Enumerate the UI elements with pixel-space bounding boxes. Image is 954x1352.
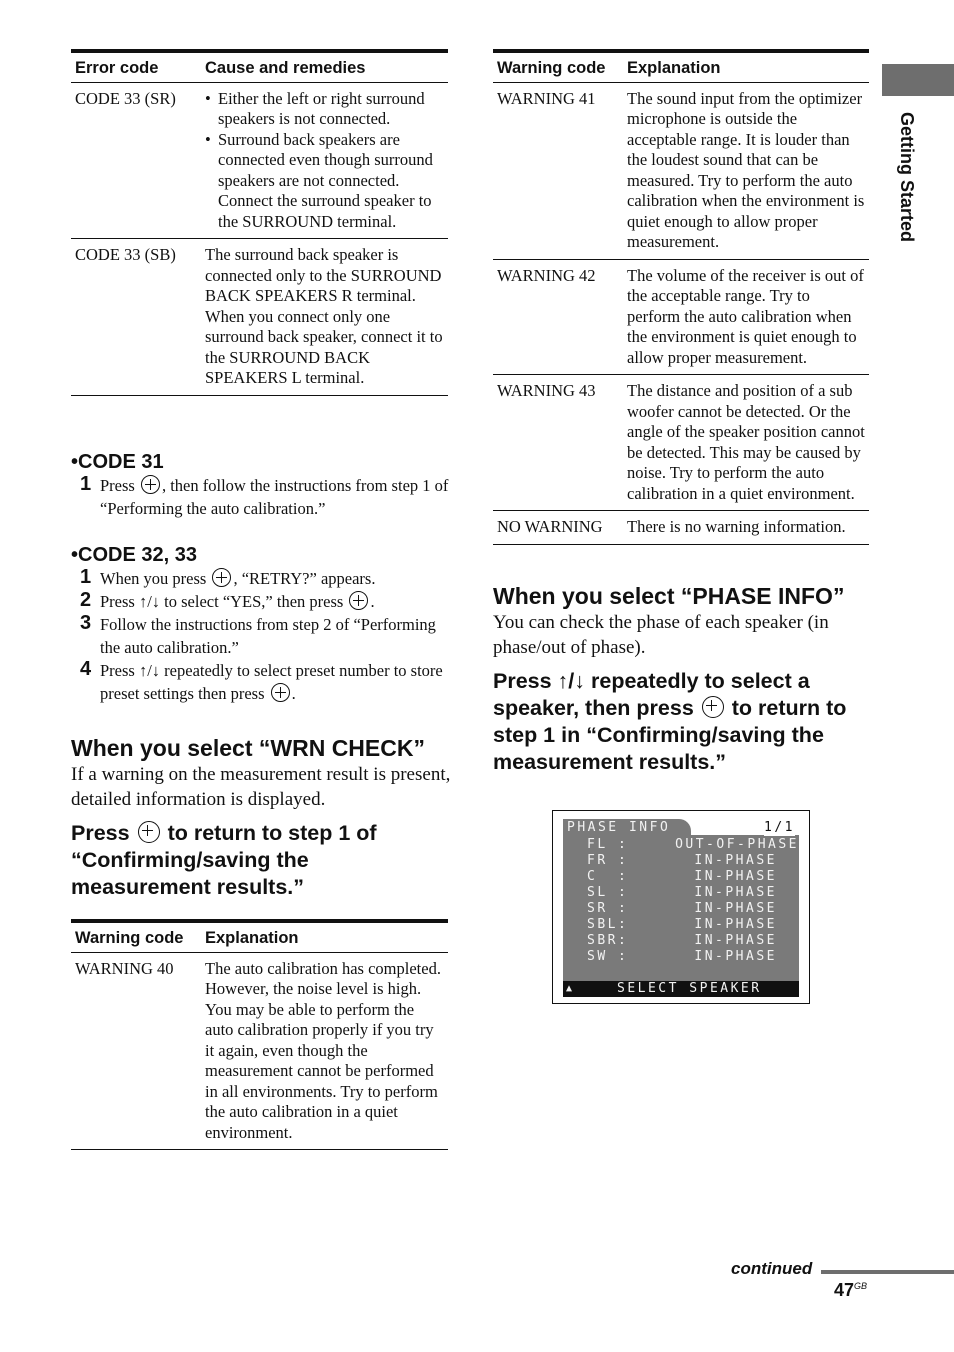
phase-status: IN-PHASE	[694, 853, 777, 868]
table-row: WARNING 40 The auto calibration has comp…	[71, 952, 448, 1150]
side-tab-marker	[882, 64, 954, 96]
phase-row: SR : IN-PHASE	[563, 901, 799, 917]
table-row: WARNING 42 The volume of the receiver is…	[493, 259, 869, 375]
phase-info-section: When you select “PHASE INFO” You can che…	[493, 583, 873, 776]
screen-page: 1/1	[764, 819, 795, 836]
step-item: 4 Press ↑/↓ repeatedly to select preset …	[80, 658, 443, 703]
wrn-check-body: If a warning on the measurement result i…	[71, 764, 451, 810]
speaker-label: FR :	[587, 853, 629, 868]
table-row: NO WARNING There is no warning informati…	[493, 511, 869, 544]
step-item: 1 Press , then follow the instructions f…	[80, 473, 449, 518]
phase-status: IN-PHASE	[694, 901, 777, 916]
phase-row: FR : IN-PHASE	[563, 853, 799, 869]
code3233-section: •CODE 32, 33 1 When you press , “RETRY?”…	[71, 543, 451, 705]
enter-button-icon	[140, 475, 160, 494]
speaker-label: SBL:	[587, 917, 629, 932]
warning-table-left: Warning code Explanation WARNING 40 The …	[71, 919, 448, 1150]
code31-title: •CODE 31	[71, 451, 164, 473]
enter-button-icon	[212, 568, 232, 587]
cause-text: The surround back speaker is connected o…	[205, 245, 443, 387]
phase-row: FL : OUT-OF-PHASE	[563, 837, 799, 853]
enter-button-icon	[701, 696, 724, 718]
warning-table-right: Warning code Explanation WARNING 41 The …	[493, 49, 869, 545]
error-code: CODE 33 (SR)	[75, 88, 176, 108]
speaker-label: SW :	[587, 949, 629, 964]
phase-info-display: PHASE INFO 1/1 FL : OUT-OF-PHASE FR : IN-PH…	[552, 810, 810, 1004]
step-item: 1 When you press , “RETRY?” appears.	[80, 566, 376, 588]
phase-status: IN-PHASE	[694, 869, 777, 884]
phase-row: SL : IN-PHASE	[563, 885, 799, 901]
error-code-table: Error code Cause and remedies CODE 33 (S…	[71, 49, 448, 396]
cause-bullet: Either the left or right surround speake…	[205, 89, 444, 130]
page-number: 47GB	[834, 1280, 868, 1300]
phase-status: IN-PHASE	[694, 949, 777, 964]
enter-button-icon	[349, 591, 369, 610]
warning-code: WARNING 40	[75, 958, 174, 978]
enter-button-icon	[137, 821, 160, 843]
phase-row: SW : IN-PHASE	[563, 949, 799, 965]
up-down-arrow-icon: ▲	[566, 983, 573, 994]
code3233-title: •CODE 32, 33	[71, 544, 197, 566]
phase-row: C : IN-PHASE	[563, 869, 799, 885]
table-row: CODE 33 (SR) Either the left or right su…	[71, 82, 448, 239]
col-header-error-code: Error code	[75, 59, 159, 77]
continued-label: continued	[731, 1259, 813, 1278]
code31-section: •CODE 31 1 Press , then follow the instr…	[71, 450, 451, 520]
phase-status: IN-PHASE	[694, 917, 777, 932]
speaker-label: SBR:	[587, 933, 629, 948]
phase-info-instruction: Press ↑/↓ repeatedly to select a speaker…	[493, 669, 847, 774]
wrn-check-heading: When you select “WRN CHECK”	[71, 735, 425, 761]
table-row: WARNING 43 The distance and position of …	[493, 375, 869, 511]
step-number: 1	[80, 473, 92, 495]
screen-footer: SELECT SPEAKER	[617, 981, 762, 996]
cause-bullet: Surround back speakers are connected eve…	[205, 130, 444, 233]
phase-info-body: You can check the phase of each speaker …	[493, 612, 829, 658]
step-item: 3 Follow the instructions from step 2 of…	[80, 612, 436, 657]
screen-title: PHASE INFO	[567, 820, 671, 835]
side-tab-label: Getting Started	[897, 112, 917, 243]
phase-status: IN-PHASE	[694, 885, 777, 900]
phase-info-heading: When you select “PHASE INFO”	[493, 583, 845, 609]
step-item: 2 Press ↑/↓ to select “YES,” then press …	[80, 589, 375, 611]
phase-row: SBL: IN-PHASE	[563, 917, 799, 933]
phase-status: OUT-OF-PHASE	[675, 837, 799, 852]
speaker-label: C :	[587, 869, 629, 884]
speaker-label: SR :	[587, 901, 629, 916]
wrn-check-section: When you select “WRN CHECK” If a warning…	[71, 735, 451, 901]
warning-explanation: The auto calibration has completed. Howe…	[205, 958, 441, 1142]
wrn-check-instruction: Press to return to step 1 of “Confirming…	[71, 821, 377, 899]
continued-bar	[821, 1270, 954, 1274]
table-row: WARNING 41 The sound input from the opti…	[493, 82, 869, 259]
phase-status: IN-PHASE	[694, 933, 777, 948]
col-header-cause: Cause and remedies	[205, 59, 366, 77]
error-code: CODE 33 (SB)	[75, 245, 176, 264]
speaker-label: SL :	[587, 885, 629, 900]
phase-row: SBR: IN-PHASE	[563, 933, 799, 949]
speaker-label: FL :	[587, 837, 629, 852]
enter-button-icon	[270, 683, 290, 702]
table-row: CODE 33 (SB) The surround back speaker i…	[71, 239, 448, 395]
